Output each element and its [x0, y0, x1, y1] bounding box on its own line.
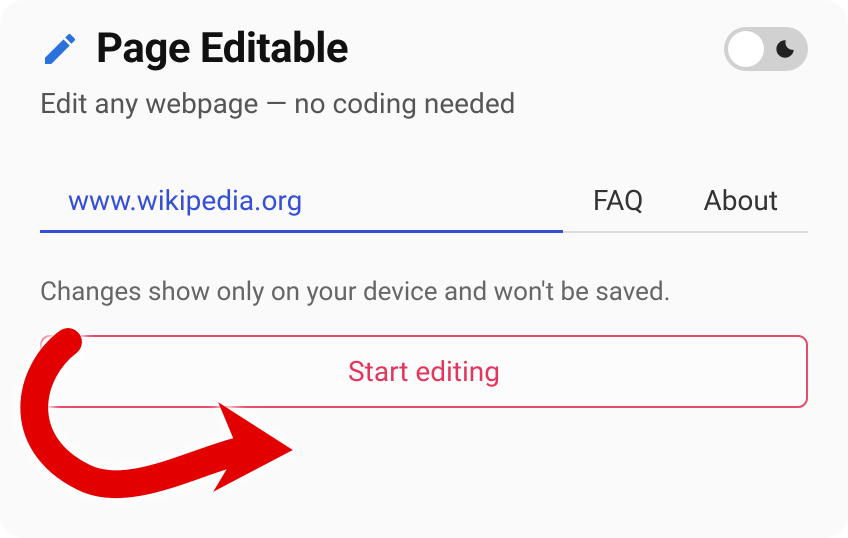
info-text: Changes show only on your device and won…	[40, 277, 808, 307]
tab-about[interactable]: About	[673, 172, 808, 231]
title-wrap: Page Editable	[40, 24, 348, 73]
subtitle: Edit any webpage — no coding needed	[40, 87, 808, 120]
popup-card: Page Editable Edit any webpage — no codi…	[0, 0, 848, 538]
header: Page Editable	[40, 24, 808, 73]
tabs: www.wikipedia.org FAQ About	[40, 172, 808, 233]
pencil-icon	[40, 29, 80, 69]
theme-toggle-knob	[728, 31, 764, 67]
moon-icon	[774, 38, 796, 60]
start-editing-button[interactable]: Start editing	[40, 335, 808, 408]
page-title: Page Editable	[96, 24, 348, 73]
theme-toggle[interactable]	[724, 27, 808, 71]
tab-faq[interactable]: FAQ	[563, 172, 674, 231]
tab-current-page[interactable]: www.wikipedia.org	[40, 172, 563, 231]
